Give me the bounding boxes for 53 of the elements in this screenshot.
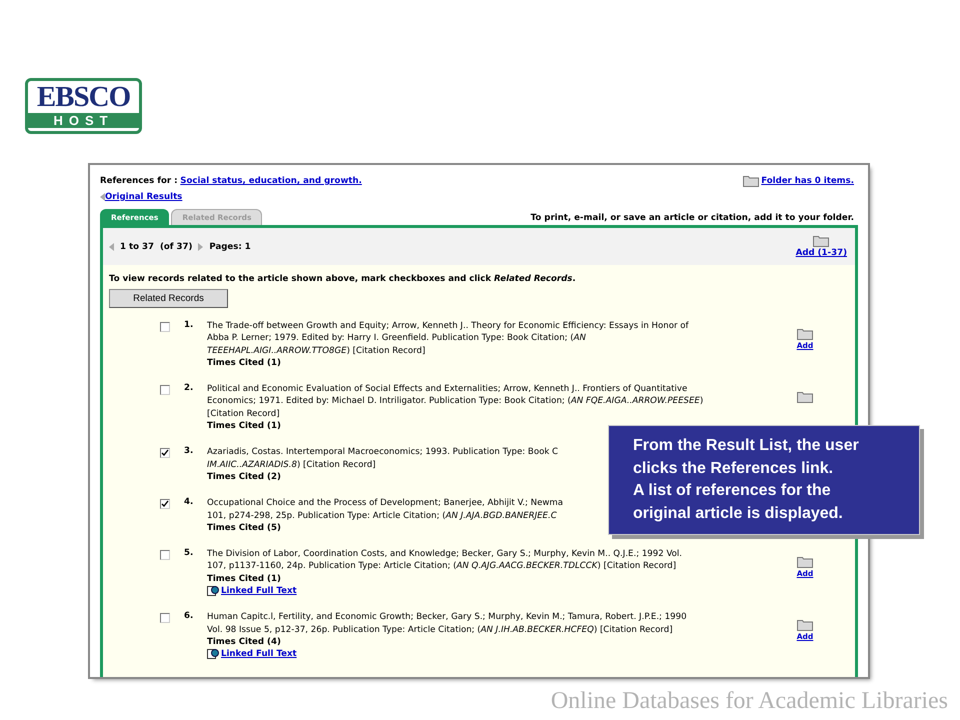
title-link[interactable]: Social status, education, and growth. xyxy=(180,176,362,186)
folder-icon xyxy=(743,175,760,187)
checkbox[interactable] xyxy=(160,385,170,396)
folder-icon xyxy=(813,235,830,247)
add-all-link[interactable]: Add (1-37) xyxy=(796,248,847,258)
document-globe-icon xyxy=(207,586,219,596)
times-cited-text: Times Cited (1) xyxy=(207,421,281,432)
citation-line: Azariadis, Costas. Intertemporal Macroeconomics; 1993. Publication Type: Book C xyxy=(207,446,558,459)
citation-line: Vol. 98 Issue 5, p12-37, 26p. Publication Type: Article Citation; (AN J.IH.AB.BECKER.HCFEQ) [Citation Record] xyxy=(207,624,673,636)
times-cited-text: Times Cited (1) xyxy=(207,574,281,584)
result-number: 2. xyxy=(184,383,194,394)
logo-word: EBSCO xyxy=(36,81,130,113)
citation-line: [Citation Record] xyxy=(207,408,280,420)
total-text: (of 37) xyxy=(160,242,192,252)
pages-text: Pages: 1 xyxy=(209,242,251,252)
citation-line: Abba P. Lerner; 1979. Edited by: Harry I. Greenfield. Publication Type: Book Citation; (AN xyxy=(207,332,586,345)
checkbox[interactable] xyxy=(160,613,170,624)
citation-line: 107, p1137-1160, 24p. Publication Type: Article Citation; (AN Q.AJG.AACG.BECKER.TDLCCK) [Citation Record] xyxy=(207,560,676,573)
full-text-link[interactable]: Linked Full Text xyxy=(221,585,297,598)
citation-line: Occupational Choice and the Process of Development; Banerjee, Abhijit V.; Newma xyxy=(207,497,564,510)
citation-line: The Division of Labor, Coordination Costs, and Knowledge; Becker, Gary S.; Murphy, Kevin M.. Q.J.E.; 1992 Vol. xyxy=(207,548,682,560)
citation-line: IM.AIIC..AZARIADIS.8) [Citation Record] xyxy=(207,458,376,471)
checkbox[interactable] xyxy=(160,550,170,560)
citation-line: Political and Economic Evaluation of Social Effects and Externalities; Arrow, Kenneth J.. Frontiers of Quantitative xyxy=(207,383,688,396)
result-number: 1. xyxy=(184,320,194,330)
checkbox[interactable] xyxy=(160,322,170,332)
result-number: 4. xyxy=(184,497,194,508)
citation-line: Human Capitc.l, Fertility, and Economic Growth; Becker, Gary S.; Murphy, Kevin M.; Tamura, Robert. J.P.E.; 1990 xyxy=(207,611,687,624)
original-results-link[interactable]: Original Results xyxy=(105,192,182,202)
result-number: 5. xyxy=(184,548,194,558)
citation-line: TEEEHAPL.AIGI..ARROW.TTO8GE) [Citation Record] xyxy=(207,344,426,357)
instruction-text: To view records related to the article shown above, mark checkboxes and click Related Records. xyxy=(108,273,577,286)
range-text: 1 to 37 xyxy=(120,242,154,252)
checkbox[interactable] xyxy=(160,499,170,510)
full-text-link[interactable]: Linked Full Text xyxy=(221,648,297,661)
times-cited-text: Times Cited (5) xyxy=(207,522,281,533)
citation-line: The Trade-off between Growth and Equity; Arrow, Kenneth J.. Theory for Economic Efficiency: Essays in Honor of xyxy=(207,320,689,332)
folder-link[interactable]: Folder has 0 items. xyxy=(761,176,854,186)
times-cited-text: Times Cited (2) xyxy=(207,472,281,482)
citation-line: 101, p274-298, 25p. Publication Type: Article Citation; (AN J.AJA.BGD.BANERJEE.C xyxy=(207,510,557,522)
times-cited-text: Times Cited (4) xyxy=(207,636,281,647)
related-records-button[interactable]: Related Records xyxy=(109,289,228,308)
back-arrow-icon[interactable] xyxy=(100,193,105,201)
slide-footer: Online Databases for Academic Libraries xyxy=(550,688,948,715)
result-number: 3. xyxy=(184,446,194,456)
times-cited-text: Times Cited (1) xyxy=(207,358,281,368)
checkbox[interactable] xyxy=(160,448,170,458)
logo-band: HOST xyxy=(28,113,139,128)
folder-hint: To print, e-mail, or save an article or citation, add it to your folder. xyxy=(530,213,854,223)
document-globe-icon xyxy=(207,649,219,660)
references-label: References for : xyxy=(100,176,178,186)
citation-line: Economics; 1971. Edited by: Michael D. Intriligator. Publication Type: Book Citation; (AN FQE.AIGA..ARROW.PEESEE) xyxy=(207,395,704,408)
result-number: 6. xyxy=(184,611,194,622)
